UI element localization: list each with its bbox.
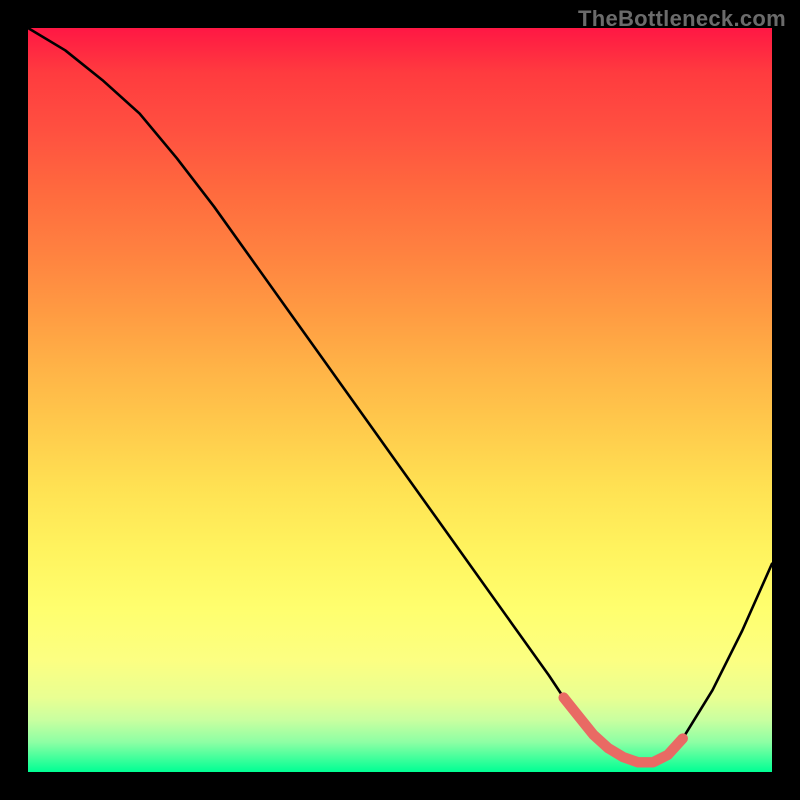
plot-area (28, 28, 772, 772)
bottleneck-curve (28, 28, 772, 762)
optimal-band-highlight (564, 698, 683, 763)
curve-layer (28, 28, 772, 772)
watermark-text: TheBottleneck.com (578, 6, 786, 32)
chart-stage: TheBottleneck.com (0, 0, 800, 800)
